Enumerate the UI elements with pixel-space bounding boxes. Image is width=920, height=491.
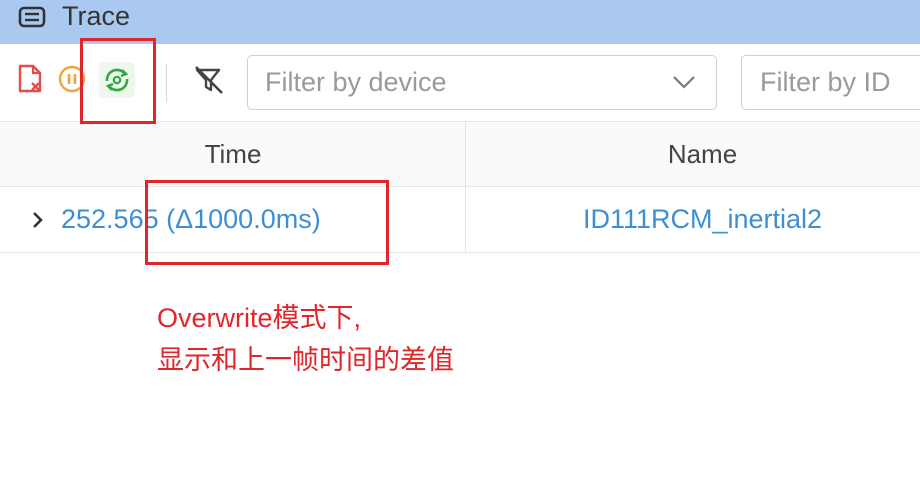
toolbar-separator — [166, 64, 167, 102]
table-row[interactable]: 252.565 (Δ1000.0ms) ID111RCM_inertial2 — [0, 188, 920, 253]
column-divider[interactable] — [465, 121, 466, 253]
clear-filter-button[interactable] — [190, 64, 228, 100]
annotation-line-2: 显示和上一帧时间的差值 — [157, 345, 454, 375]
table-header: Time Name — [0, 121, 920, 187]
chevron-right-icon[interactable] — [30, 210, 46, 230]
column-header-name[interactable]: Name — [467, 122, 920, 186]
chevron-down-icon — [672, 74, 696, 90]
id-filter-input[interactable]: Filter by ID — [741, 55, 920, 110]
list-panel-icon — [18, 6, 46, 28]
name-cell: ID111RCM_inertial2 — [582, 204, 823, 234]
panel-title: Trace — [62, 1, 131, 31]
id-filter-placeholder: Filter by ID — [760, 67, 891, 97]
device-filter-placeholder: Filter by device — [265, 67, 447, 97]
clear-trace-button[interactable] — [14, 64, 46, 98]
highlight-delta-time — [145, 180, 389, 265]
device-filter-select[interactable]: Filter by device — [247, 55, 717, 110]
highlight-overwrite-button — [80, 38, 156, 124]
filter-clear-icon — [192, 64, 226, 101]
annotation-line-1: Overwrite模式下, — [157, 303, 362, 333]
file-clear-icon — [15, 63, 45, 100]
column-header-time[interactable]: Time — [0, 122, 466, 186]
